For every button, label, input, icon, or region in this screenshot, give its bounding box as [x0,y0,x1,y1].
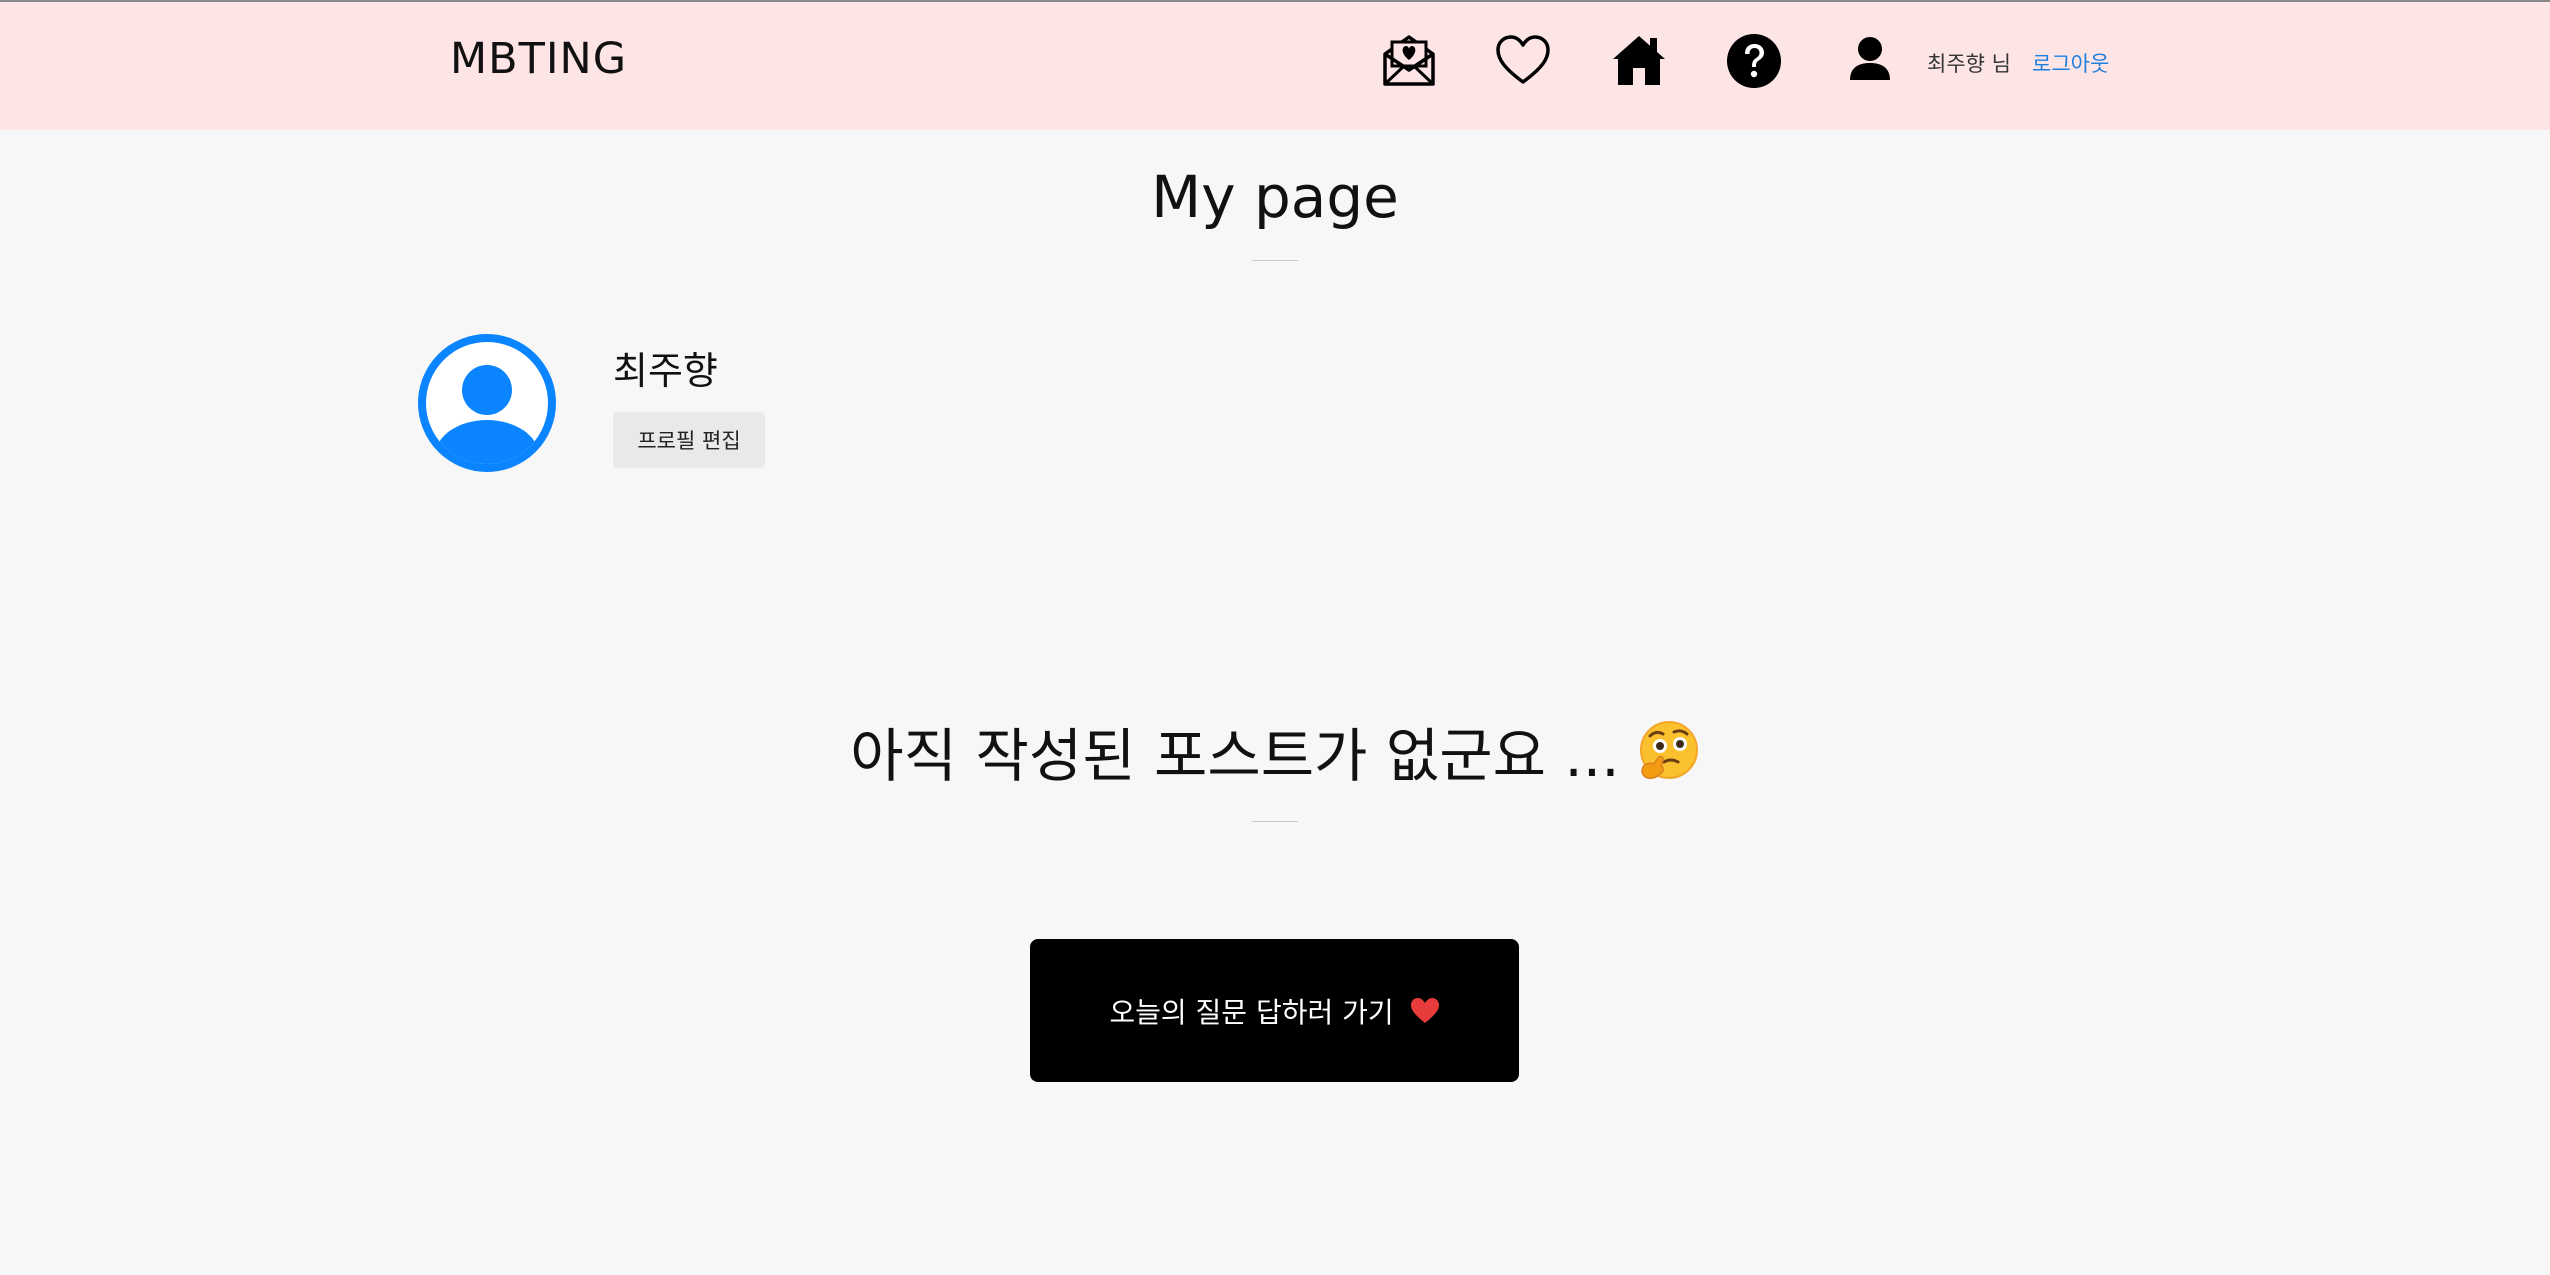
user-greeting: 최주향 님 [1927,52,2011,76]
profile-name: 최주향 [613,349,718,393]
cta-label: 오늘의 질문 답하러 가기 [1109,995,1394,1029]
envelope-heart-icon[interactable] [1380,32,1438,90]
top-navbar: MBTING 최주향 님 로그아웃 [0,0,2550,130]
empty-message-text: 아직 작성된 포스트가 없군요 ... [850,722,1620,790]
thinking-face-icon [1636,720,1700,784]
red-heart-icon [1410,997,1440,1025]
heart-icon[interactable] [1494,32,1552,90]
logout-link[interactable]: 로그아웃 [2032,48,2109,78]
title-divider [1252,260,1298,261]
page-title: My page [1151,163,1399,231]
empty-divider [1252,821,1298,822]
home-icon[interactable] [1610,32,1668,90]
edit-profile-button[interactable]: 프로필 편집 [613,412,765,468]
user-circle-icon [418,334,556,472]
question-icon[interactable] [1725,32,1783,90]
brand-logo[interactable]: MBTING [450,38,627,81]
empty-posts-message: 아직 작성된 포스트가 없군요 ... [0,720,2550,792]
user-icon[interactable] [1841,32,1899,90]
answer-question-button[interactable]: 오늘의 질문 답하러 가기 [1030,939,1519,1082]
